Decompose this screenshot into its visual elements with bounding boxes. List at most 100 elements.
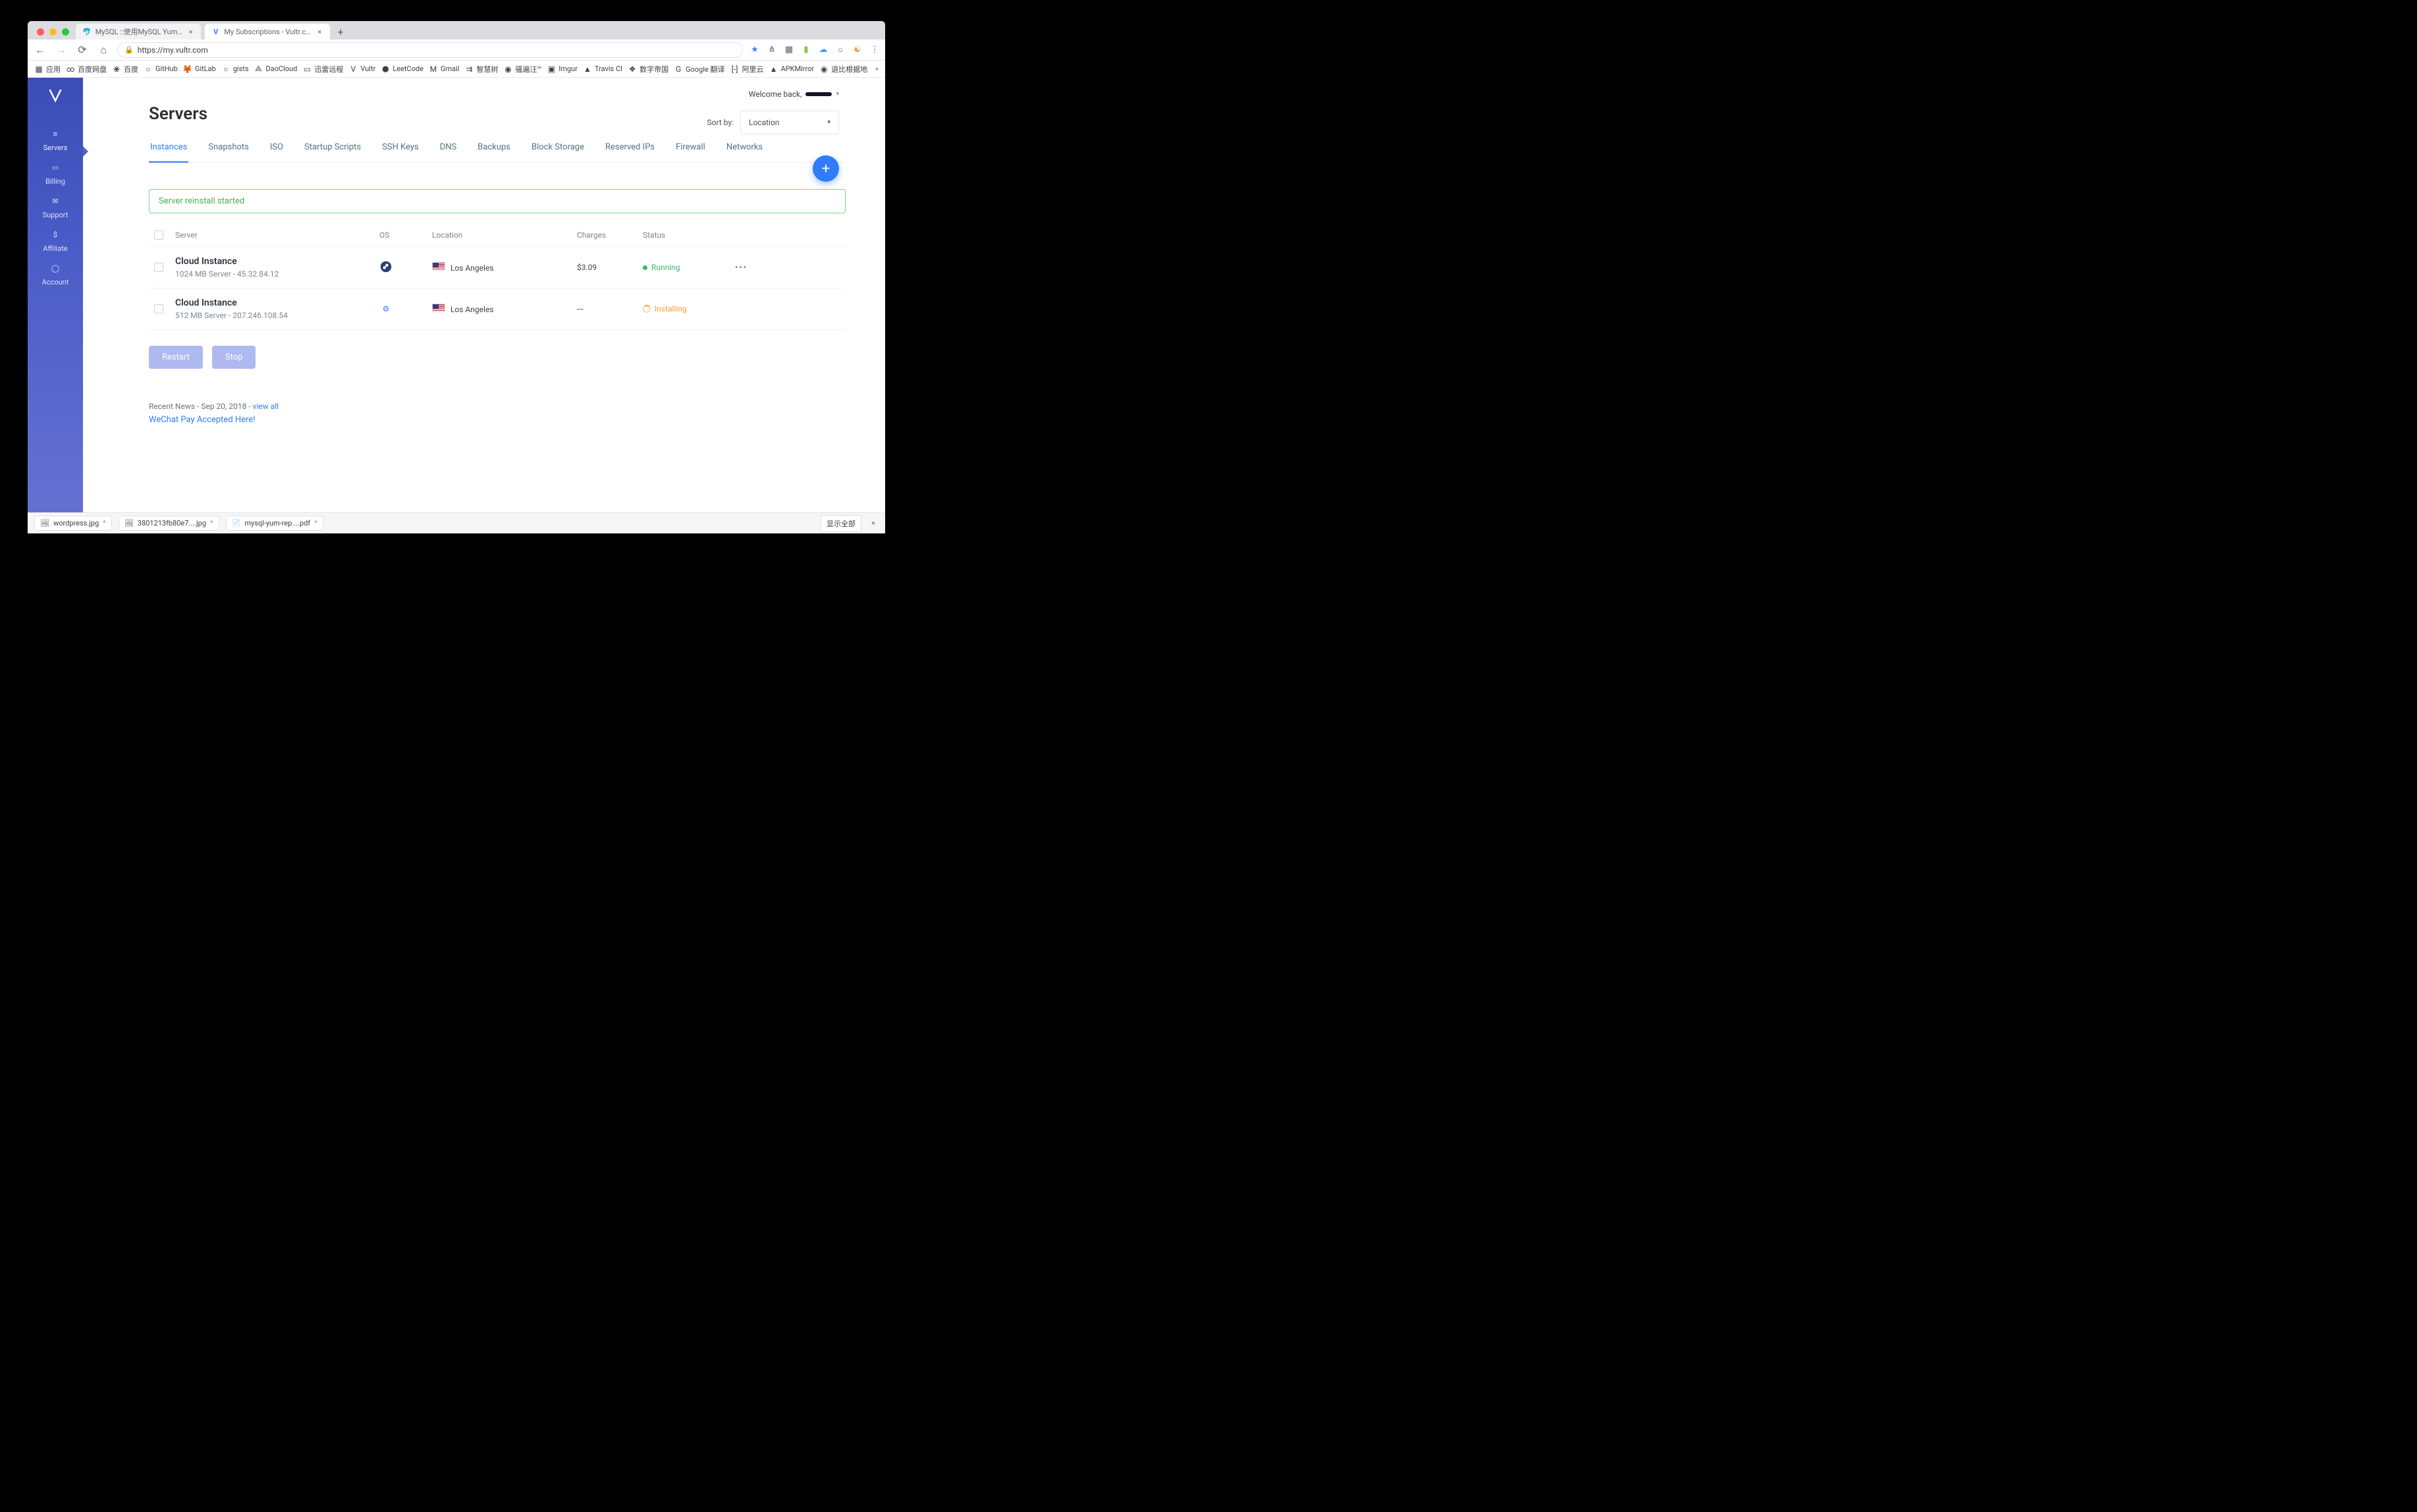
col-os: OS [379, 230, 432, 240]
vultr-logo-icon[interactable] [47, 87, 64, 104]
sidebar-label: Affiliate [43, 244, 67, 253]
new-tab-button[interactable]: + [334, 25, 347, 38]
extension-icon[interactable]: ⋔ [767, 45, 777, 55]
close-tab-icon[interactable]: × [187, 28, 194, 36]
back-button[interactable]: ← [33, 43, 47, 57]
download-item[interactable]: 🖼3801213fb80e7....jpg^ [119, 516, 219, 531]
sidebar-item-support[interactable]: ✉Support [42, 190, 69, 223]
bookmark-item[interactable]: ⇉智慧树 [464, 64, 498, 74]
chevron-up-icon[interactable]: ^ [103, 519, 106, 527]
news-viewall-link[interactable]: view all [253, 402, 279, 411]
chevron-up-icon[interactable]: ^ [210, 519, 213, 527]
bookmark-favicon-icon: ▣ [547, 65, 556, 74]
table-row[interactable]: Cloud Instance1024 MB Server - 45.32.84.… [149, 247, 846, 288]
bookmark-label: 数字帝国 [639, 64, 668, 74]
browser-tab-0[interactable]: 🐬 MySQL ::使用MySQL Yum存储 × [76, 24, 201, 40]
bookmark-item[interactable]: ◉退比根据地 [819, 64, 867, 74]
tab-dns[interactable]: DNS [439, 142, 458, 162]
download-item[interactable]: 🖼wordpress.jpg^ [34, 516, 112, 531]
download-item[interactable]: 📄mysql-yum-rep....pdf^ [226, 516, 323, 531]
browser-tab-1[interactable]: V My Subscriptions - Vultr.com × [205, 24, 330, 40]
home-button[interactable]: ⌂ [96, 43, 111, 57]
bookmark-favicon-icon: V [348, 65, 358, 74]
sidebar-item-affiliate[interactable]: $Affiliate [42, 223, 69, 257]
select-all-checkbox[interactable] [154, 230, 163, 240]
bookmark-label: 智慧树 [476, 64, 498, 74]
close-tab-icon[interactable]: × [316, 28, 323, 36]
address-bar[interactable]: 🔒 https://my.vultr.com [117, 42, 743, 58]
maximize-window-icon[interactable] [62, 28, 69, 36]
tab-ssh-keys[interactable]: SSH Keys [381, 142, 420, 162]
bookmark-favicon-icon: ❖ [628, 65, 637, 74]
bookmark-label: gists [233, 65, 249, 73]
url-text: https://my.vultr.com [138, 45, 208, 55]
tab-backups[interactable]: Backups [476, 142, 512, 162]
row-actions-button[interactable]: ••• [735, 263, 761, 272]
bookmark-label: APKMirror [781, 65, 815, 73]
sidebar-item-billing[interactable]: ▭Billing [42, 156, 69, 190]
bookmark-item[interactable]: ❖数字帝国 [628, 64, 668, 74]
bookmark-favicon-icon: ▦ [34, 65, 43, 74]
close-download-shelf-button[interactable]: × [868, 519, 879, 527]
minimize-window-icon[interactable] [49, 28, 57, 36]
bookmark-label: Imgur [558, 65, 578, 73]
restart-button[interactable]: Restart [149, 346, 203, 369]
tab-startup-scripts[interactable]: Startup Scripts [303, 142, 362, 162]
extension-icon[interactable]: ☁ [818, 45, 828, 55]
news-item-link[interactable]: WeChat Pay Accepted Here! [149, 415, 846, 425]
reload-button[interactable]: ⟳ [75, 43, 90, 57]
table-row[interactable]: Cloud Instance512 MB Server - 207.246.10… [149, 288, 846, 330]
profile-avatar-icon[interactable]: ☯ [852, 45, 863, 55]
file-icon: 📄 [232, 519, 241, 527]
chevron-up-icon[interactable]: ^ [314, 519, 317, 527]
bookmark-favicon-icon: ◉ [819, 65, 828, 74]
tab-reserved-ips[interactable]: Reserved IPs [604, 142, 656, 162]
bookmark-item[interactable]: VVultr [348, 65, 375, 74]
tab-networks[interactable]: Networks [725, 142, 764, 162]
bookmark-item[interactable]: ❀百度 [112, 64, 138, 74]
extension-icon[interactable]: ▦ [784, 45, 794, 55]
bookmark-item[interactable]: ⬢LeetCode [381, 65, 423, 74]
bookmark-item[interactable]: MGmail [429, 65, 459, 74]
tab-snapshots[interactable]: Snapshots [207, 142, 250, 162]
tab-block-storage[interactable]: Block Storage [530, 142, 585, 162]
bookmark-item[interactable]: ▦应用 [34, 64, 61, 74]
bookmark-item[interactable]: ▣Imgur [547, 65, 578, 74]
row-checkbox[interactable] [154, 263, 163, 272]
bookmarks-overflow-button[interactable]: » [875, 65, 879, 73]
tab-instances[interactable]: Instances [149, 142, 188, 163]
sidebar-item-servers[interactable]: ≡Servers [42, 122, 69, 156]
extension-icon[interactable]: ○ [835, 45, 846, 55]
tab-firewall[interactable]: Firewall [674, 142, 707, 162]
extension-icons: ★ ⋔ ▦ ▮ ☁ ○ ☯ ⋮ [749, 45, 880, 55]
bookmark-item[interactable]: [-]阿里云 [730, 64, 764, 74]
row-checkbox[interactable] [154, 304, 163, 313]
bookmark-item[interactable]: ○gists [221, 65, 249, 74]
extension-icon[interactable]: ▮ [801, 45, 811, 55]
bookmark-item[interactable]: ▭迅雷远程 [302, 64, 343, 74]
window-controls[interactable] [33, 28, 76, 40]
welcome-text[interactable]: Welcome back, ▾ [749, 90, 839, 99]
tab-iso[interactable]: ISO [269, 142, 285, 162]
show-all-downloads-button[interactable]: 显示全部 [821, 515, 861, 532]
billing-icon: ▭ [48, 160, 63, 175]
stop-button[interactable]: Stop [212, 346, 256, 369]
close-window-icon[interactable] [37, 28, 44, 36]
browser-menu-button[interactable]: ⋮ [869, 45, 880, 55]
sidebar-item-account[interactable]: ◯Account [42, 257, 69, 290]
section-tabs: Instances Snapshots ISO Startup Scripts SSH … [149, 142, 846, 163]
bookmark-item[interactable]: GGoogle 翻译 [674, 64, 724, 74]
bookmark-item[interactable]: ∞百度网盘 [66, 64, 107, 74]
bookmark-item[interactable]: ◉骚遍汪™ [503, 64, 541, 74]
bookmark-item[interactable]: ⟁DaoCloud [254, 65, 298, 74]
bookmark-item[interactable]: ▲Travis CI [583, 65, 622, 74]
sort-select[interactable]: Location ▾ [740, 111, 839, 134]
sidebar-label: Servers [43, 144, 68, 152]
bookmark-item[interactable]: ○GitHub [144, 65, 178, 74]
bookmark-item[interactable]: 🦊GitLab [183, 65, 216, 74]
star-bookmark-icon[interactable]: ★ [749, 45, 760, 55]
add-server-button[interactable]: + [813, 155, 839, 182]
bookmark-favicon-icon: ▭ [302, 65, 312, 74]
bookmark-item[interactable]: ▲APKMirror [769, 65, 815, 74]
forward-button[interactable]: → [54, 43, 68, 57]
